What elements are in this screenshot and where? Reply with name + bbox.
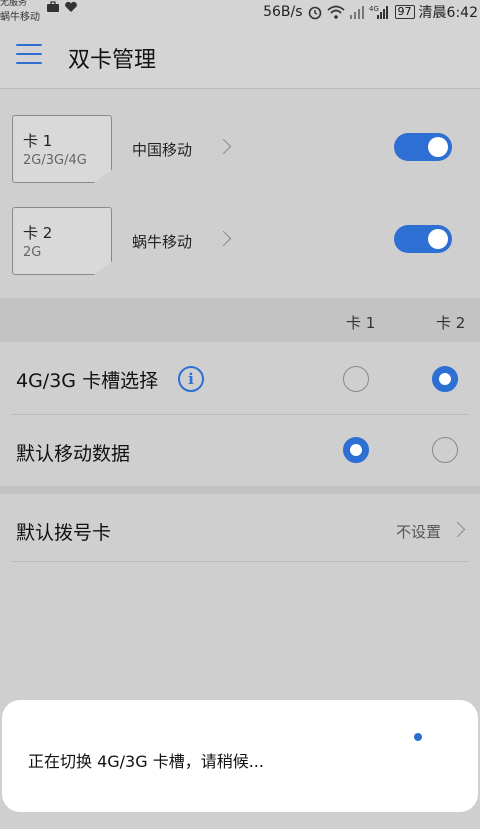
operator-bottom: 蜗牛移动	[0, 12, 40, 23]
sim-card-name: 卡 1	[23, 132, 53, 150]
loading-spinner-icon	[414, 733, 422, 741]
dialog-message: 正在切换 4G/3G 卡槽，请稍候...	[28, 752, 264, 771]
sim-card-row-1: 卡 1 2G/3G/4G 中国移动	[0, 115, 480, 207]
toggle-knob	[428, 229, 448, 249]
svg-text:4G: 4G	[369, 5, 379, 13]
slot-card-1-radio[interactable]	[343, 366, 369, 392]
battery-level: 97	[394, 5, 415, 19]
default-data-label: 默认移动数据	[16, 443, 131, 465]
signal-icon	[349, 6, 364, 19]
default-dial-row[interactable]: 默认拨号卡 不设置	[0, 494, 480, 562]
sim-1-toggle[interactable]	[394, 133, 452, 161]
default-data-row: 默认移动数据	[0, 415, 480, 487]
sim-card-icon: 卡 2 2G	[12, 207, 112, 275]
menu-icon[interactable]	[16, 44, 42, 64]
data-card-2-radio[interactable]	[432, 437, 458, 463]
status-right: 56B/s 4G 97 清晨6:42	[263, 0, 480, 24]
clock: 清晨6:42	[418, 5, 478, 21]
page-title: 双卡管理	[68, 48, 157, 73]
section-gap	[0, 486, 480, 494]
toolbar: 双卡管理	[0, 24, 480, 89]
carrier-name-link[interactable]: 中国移动	[132, 139, 192, 160]
alarm-icon	[308, 6, 321, 20]
operator-top: 无服务	[0, 0, 28, 8]
briefcase-icon	[47, 1, 59, 12]
slot-selection-label: 4G/3G 卡槽选择	[16, 370, 159, 392]
sim-card-network: 2G/3G/4G	[23, 153, 87, 168]
toggle-knob	[428, 137, 448, 157]
slot-card-2-radio[interactable]	[432, 366, 458, 392]
default-dial-value: 不设置	[396, 523, 442, 541]
status-bar: 无服务 蜗牛移动 56B/s 4G 97 清晨6:42	[0, 0, 480, 24]
heart-icon	[65, 1, 77, 13]
sim-2-toggle[interactable]	[394, 225, 452, 253]
default-dial-label: 默认拨号卡	[16, 522, 112, 544]
chevron-right-icon[interactable]	[215, 138, 232, 155]
data-card-1-radio[interactable]	[343, 437, 369, 463]
chevron-right-icon	[449, 521, 466, 538]
info-icon[interactable]: i	[178, 366, 204, 392]
column-card-1: 卡 1	[346, 314, 376, 332]
status-left: 无服务 蜗牛移动	[0, 0, 120, 24]
column-card-2: 卡 2	[436, 314, 466, 332]
card-column-header: 卡 1 卡 2	[0, 298, 480, 342]
sim-card-row-2: 卡 2 2G 蜗牛移动	[0, 207, 480, 299]
carrier-name-link[interactable]: 蜗牛移动	[132, 231, 192, 252]
divider	[12, 561, 468, 562]
sim-card-network: 2G	[23, 245, 42, 260]
chevron-right-icon[interactable]	[215, 230, 232, 247]
signal-4g-icon: 4G	[369, 5, 388, 19]
slot-selection-row: 4G/3G 卡槽选择	[0, 342, 480, 414]
sim-card-name: 卡 2	[23, 224, 53, 242]
wifi-icon	[326, 5, 345, 19]
progress-dialog: 正在切换 4G/3G 卡槽，请稍候...	[2, 700, 478, 812]
sim-card-icon: 卡 1 2G/3G/4G	[12, 115, 112, 183]
network-speed: 56B/s	[263, 4, 303, 20]
